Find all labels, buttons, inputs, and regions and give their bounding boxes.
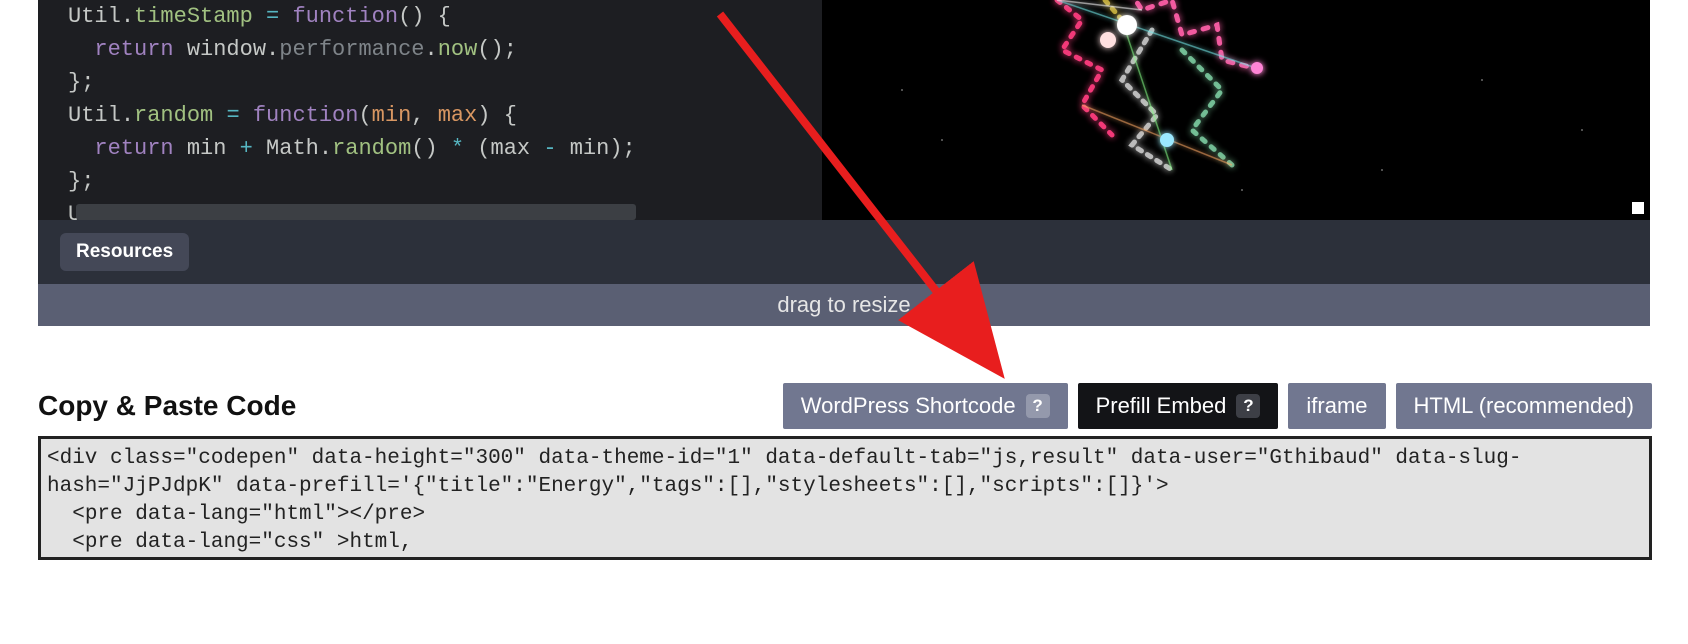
- resources-button[interactable]: Resources: [60, 233, 189, 271]
- help-icon[interactable]: ?: [1236, 394, 1260, 418]
- tab-label: HTML (recommended): [1414, 393, 1634, 419]
- js-editor[interactable]: Util.timeStamp = function() { return win…: [38, 0, 782, 220]
- tab-label: iframe: [1306, 393, 1367, 419]
- tab-wordpress-shortcode[interactable]: WordPress Shortcode?: [783, 383, 1068, 429]
- tab-html-recommended[interactable]: HTML (recommended): [1396, 383, 1652, 429]
- editor-footer: Resources: [38, 220, 1650, 284]
- embed-tabs: WordPress Shortcode?Prefill Embed?iframe…: [783, 383, 1652, 429]
- code-line: return min + Math.random() * (max - min)…: [68, 132, 764, 165]
- pen-panel: Util.timeStamp = function() { return win…: [38, 0, 1650, 326]
- code-line: };: [68, 165, 764, 198]
- code-line: Util.random = function(min, max) {: [68, 99, 764, 132]
- drag-bar-label: drag to resize: [777, 292, 910, 318]
- copy-paste-heading: Copy & Paste Code: [38, 390, 296, 422]
- help-icon[interactable]: ?: [1026, 394, 1050, 418]
- drag-to-resize-bar[interactable]: drag to resize: [38, 284, 1650, 326]
- tab-label: Prefill Embed: [1096, 393, 1227, 419]
- tab-iframe[interactable]: iframe: [1288, 383, 1385, 429]
- preview-resize-handle[interactable]: [1632, 202, 1644, 214]
- tab-prefill-embed[interactable]: Prefill Embed?: [1078, 383, 1279, 429]
- result-preview[interactable]: [822, 0, 1650, 220]
- code-line: };: [68, 66, 764, 99]
- code-line: Util.timeStamp = function() {: [68, 0, 764, 33]
- code-line: return window.performance.now();: [68, 33, 764, 66]
- editor-scrollbar-thumb[interactable]: [76, 204, 636, 220]
- tab-label: WordPress Shortcode: [801, 393, 1016, 419]
- embed-code-textarea[interactable]: <div class="codepen" data-height="300" d…: [38, 436, 1652, 560]
